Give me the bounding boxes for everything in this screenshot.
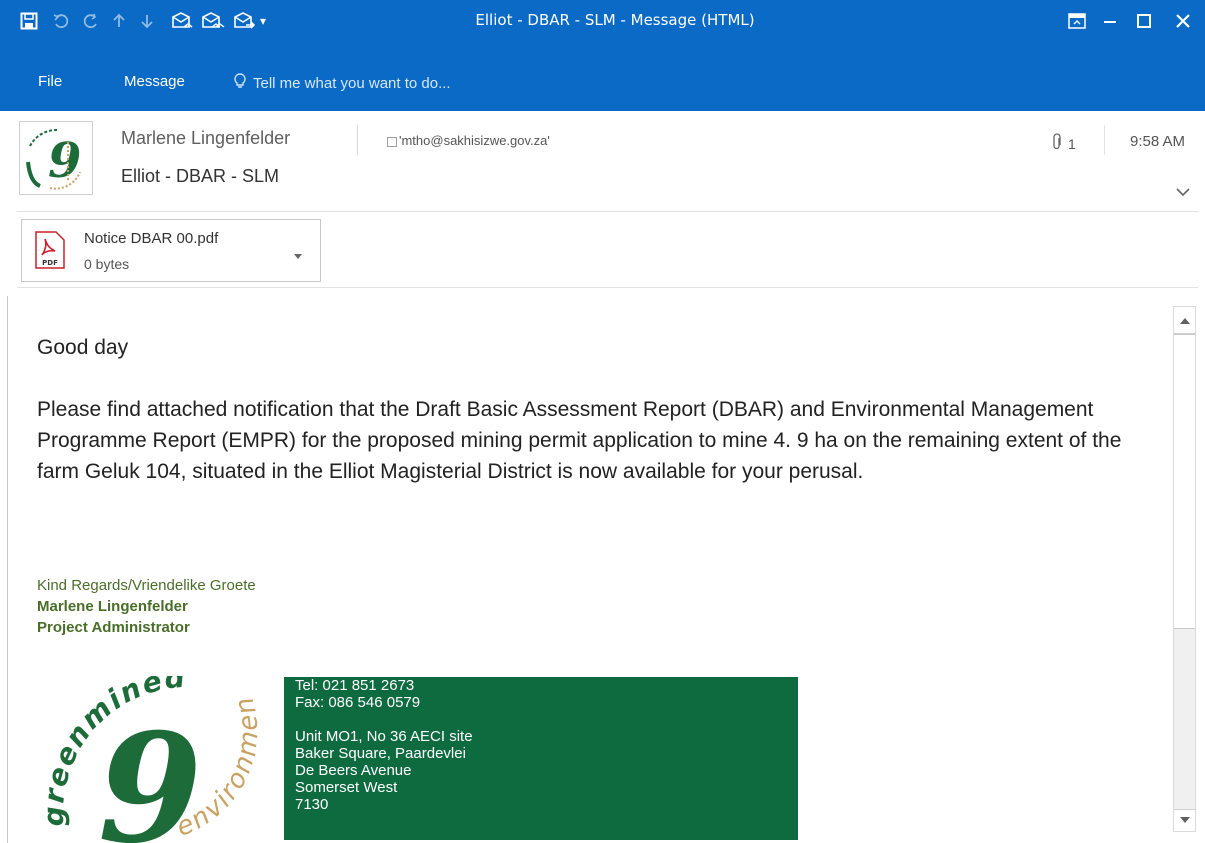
divider: [17, 287, 1198, 288]
reading-pane-border: [7, 296, 8, 843]
signature-regards: Kind Regards/Vriendelike Groete: [37, 577, 256, 594]
received-time: 9:58 AM: [1130, 133, 1186, 150]
contact-address-line: Unit MO1, No 36 AECI site: [295, 728, 473, 745]
recipient-checkbox: [387, 137, 397, 147]
vertical-scrollbar[interactable]: [1173, 306, 1196, 832]
scroll-down-icon[interactable]: [1174, 809, 1195, 831]
contact-address-line: Somerset West: [295, 779, 398, 796]
chevron-down-icon[interactable]: [1176, 182, 1190, 201]
message-body: Good day Please find attached notificati…: [37, 336, 1167, 487]
divider: [17, 211, 1198, 212]
header-divider: [357, 125, 358, 155]
attachment-size: 0 bytes: [84, 256, 130, 272]
contact-block: Tel: 021 851 2673 Fax: 086 546 0579 Unit…: [284, 677, 798, 840]
signature-name: Marlene Lingenfelder: [37, 598, 188, 615]
attachment-dropdown-icon[interactable]: [294, 245, 302, 264]
lightbulb-icon: [233, 72, 247, 94]
attachment-count: 1: [1052, 133, 1076, 154]
header-divider: [1104, 125, 1105, 155]
recipient-address[interactable]: 'mtho@sakhisizwe.gov.za': [399, 133, 550, 148]
message-subject: Elliot - DBAR - SLM: [121, 166, 280, 186]
contact-spacer: [295, 711, 798, 728]
close-icon[interactable]: [1174, 10, 1192, 32]
ribbon-display-options-icon[interactable]: [1068, 10, 1086, 32]
tell-me-text: Tell me what you want to do...: [253, 74, 451, 92]
tab-file[interactable]: File: [38, 73, 62, 90]
contact-fax: Fax: 086 546 0579: [295, 694, 421, 711]
logo-numeral: 9: [98, 701, 202, 843]
sender-avatar: 9: [19, 121, 93, 195]
contact-address-line: De Beers Avenue: [295, 762, 412, 779]
scroll-up-icon[interactable]: [1174, 307, 1195, 334]
company-logo: greenmined environmental 9: [37, 653, 276, 843]
signature-role: Project Administrator: [37, 619, 190, 636]
greeting-text: Good day: [37, 336, 129, 359]
minimize-icon[interactable]: [1102, 10, 1118, 32]
attachment-name: Notice DBAR 00.pdf: [84, 230, 219, 247]
contact-address-line: 7130: [295, 796, 329, 813]
window-title: Elliot - DBAR - SLM - Message (HTML): [475, 11, 755, 29]
scrollbar-thumb[interactable]: [1174, 334, 1195, 629]
body-paragraph: Please find attached notification that t…: [37, 398, 1122, 483]
attachment-card[interactable]: PDF Notice DBAR 00.pdf 0 bytes: [21, 219, 321, 282]
attachment-count-value: 1: [1068, 135, 1076, 152]
pdf-type-label: PDF: [42, 259, 58, 267]
maximize-icon[interactable]: [1136, 10, 1152, 32]
contact-address-line: Baker Square, Paardevlei: [295, 745, 466, 762]
svg-text:9: 9: [48, 133, 81, 189]
pdf-icon: PDF: [35, 231, 65, 273]
tell-me-search[interactable]: Tell me what you want to do...: [233, 71, 451, 95]
tab-message[interactable]: Message: [124, 73, 185, 90]
paperclip-icon: [1052, 133, 1062, 154]
contact-tel: Tel: 021 851 2673: [295, 677, 415, 694]
signature: Kind Regards/Vriendelike Groete Marlene …: [37, 575, 256, 638]
sender-name[interactable]: Marlene Lingenfelder: [121, 128, 290, 149]
